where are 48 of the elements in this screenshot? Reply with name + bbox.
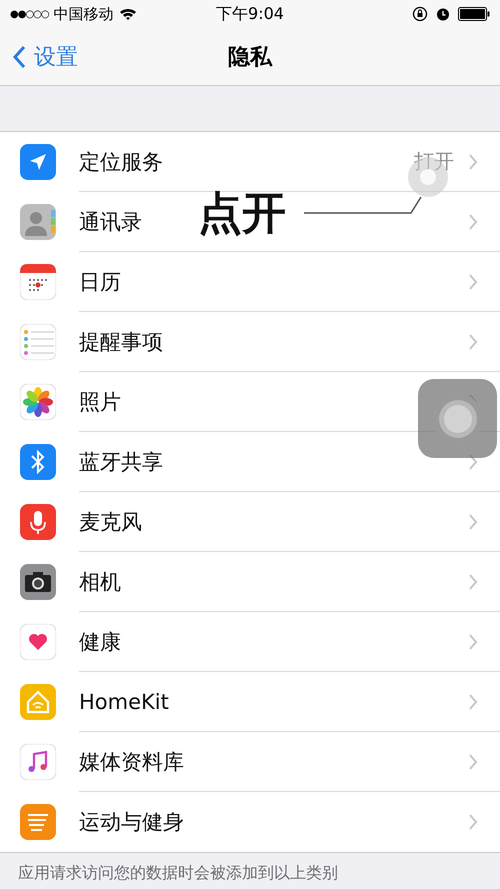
back-button[interactable]: 设置 [0,42,78,72]
signal-dots: ●●○○○ [10,8,49,20]
battery-icon [458,7,490,21]
back-chevron-icon [12,44,26,68]
row-label[interactable]: 提醒事项 [79,328,163,356]
contacts-icon [20,204,56,240]
chevron-icon [468,694,478,710]
nav-title: 隐私 [228,44,272,72]
chevron-icon [468,754,478,770]
row-label[interactable]: 照片 [79,388,121,416]
lines-icon [20,804,56,840]
chevron-icon [468,634,478,650]
chevron-icon [468,334,478,350]
music-note-icon [20,744,56,780]
calendar-icon [20,264,56,300]
floating-button[interactable] [418,379,497,458]
row-label[interactable]: 麦克风 [79,508,142,536]
chevron-icon [468,154,478,170]
house-icon [20,684,56,720]
chevron-icon [468,274,478,290]
row-label[interactable]: 媒体资料库 [79,748,184,776]
alarm-icon [436,7,450,21]
chevron-icon [468,214,478,230]
row-label[interactable]: 定位服务 [79,148,163,176]
wifi-icon [118,7,137,21]
row-label[interactable]: 运动与健身 [79,808,184,836]
chevron-icon [468,514,478,530]
chevron-icon [468,574,478,590]
carrier-name: 中国移动 [54,4,114,24]
annotation-label: 点开 [198,187,286,241]
row-label[interactable]: 日历 [79,268,121,296]
list-icon [20,324,56,360]
heart-icon [20,624,56,660]
microphone-icon [20,504,56,540]
rotation-lock-icon [412,6,428,22]
status-time: 下午9:04 [216,4,284,24]
bluetooth-icon [20,444,56,480]
row-label[interactable]: 相机 [79,568,121,596]
row-label[interactable]: 蓝牙共享 [79,448,163,476]
row-label[interactable]: 通讯录 [79,208,142,236]
location-icon [20,144,56,180]
camera-icon [20,564,56,600]
row-label[interactable]: 健康 [79,628,121,656]
footer-note: 应用请求访问您的数据时会被添加到以上类别 [17,862,339,884]
flower-icon [20,384,56,420]
chevron-icon [468,814,478,830]
row-value: 打开 [414,148,454,175]
row-label[interactable]: HomeKit [79,690,169,714]
